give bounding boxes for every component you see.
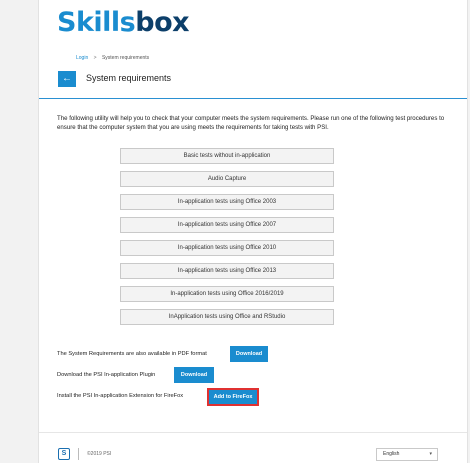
plugin-download-button[interactable]: Download: [174, 367, 214, 383]
breadcrumb: Login > System requirements: [76, 55, 149, 61]
language-selected-value: English: [383, 451, 400, 457]
page-container: Skillsbox Login > System requirements ← …: [38, 0, 468, 463]
chevron-down-icon: ▾: [429, 451, 432, 457]
psi-logo-icon: S: [58, 448, 70, 460]
skillsbox-logo: Skillsbox: [57, 7, 190, 38]
arrow-left-icon: ←: [62, 73, 72, 84]
test-office-rstudio-button[interactable]: InApplication tests using Office and RSt…: [120, 309, 334, 325]
test-office-2013-button[interactable]: In-application tests using Office 2013: [120, 263, 334, 279]
intro-text: The following utility will help you to c…: [57, 115, 445, 131]
test-office-2010-button[interactable]: In-application tests using Office 2010: [120, 240, 334, 256]
logo-part-skills: Skills: [57, 7, 136, 38]
back-button[interactable]: ←: [58, 71, 76, 87]
breadcrumb-separator: >: [93, 55, 97, 61]
header-divider: [39, 98, 467, 99]
test-office-2007-button[interactable]: In-application tests using Office 2007: [120, 217, 334, 233]
pdf-download-text: The System Requirements are also availab…: [57, 351, 207, 357]
language-select[interactable]: English ▾: [376, 448, 438, 461]
breadcrumb-current: System requirements: [101, 55, 150, 61]
add-to-firefox-button[interactable]: Add to FireFox: [207, 388, 259, 406]
pdf-download-button[interactable]: Download: [230, 346, 268, 362]
test-basic-button[interactable]: Basic tests without in-application: [120, 148, 334, 164]
extension-install-text: Install the PSI In-application Extension…: [57, 393, 184, 399]
page-title: System requirements: [86, 73, 172, 83]
breadcrumb-login-link[interactable]: Login: [76, 55, 88, 61]
logo-part-box: box: [135, 7, 190, 38]
test-audio-capture-button[interactable]: Audio Capture: [120, 171, 334, 187]
test-office-2003-button[interactable]: In-application tests using Office 2003: [120, 194, 334, 210]
footer-copyright: ©2019 PSI: [87, 451, 112, 457]
footer-divider: [39, 432, 467, 433]
plugin-download-text: Download the PSI In-application Plugin: [57, 372, 156, 378]
footer-separator: [78, 448, 79, 460]
test-office-2016-2019-button[interactable]: In-application tests using Office 2016/2…: [120, 286, 334, 302]
